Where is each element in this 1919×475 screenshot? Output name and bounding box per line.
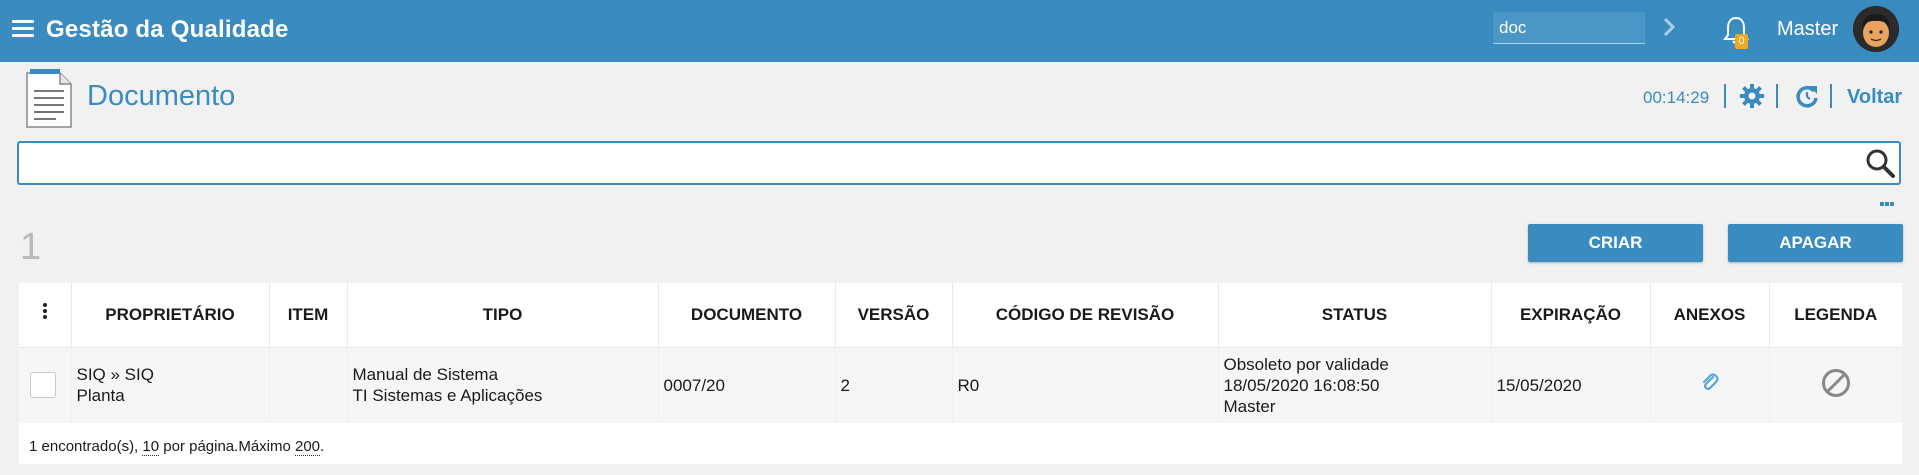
status-date: 18/05/2020 16:08:50 [1223,375,1380,395]
divider [1830,84,1832,108]
app-title: Gestão da Qualidade [46,16,289,43]
search-icon[interactable] [1864,147,1896,179]
column-header[interactable]: CÓDIGO DE REVISÃO [952,283,1219,348]
session-timer: 00:14:29 [1643,88,1710,107]
status-text: Obsoleto por validade [1223,354,1389,374]
status-cell: Obsoleto por validade 18/05/2020 16:08:5… [1218,347,1492,423]
per-page-label: por página.Máximo [159,438,295,455]
column-header[interactable]: LEGENDA [1769,283,1902,348]
documents-table: PROPRIETÁRIO ITEM TIPO DOCUMENTO VERSÃO … [19,283,1902,464]
refresh-icon[interactable] [1794,83,1820,109]
user-name[interactable]: Master [1777,18,1838,41]
delete-button[interactable]: APAGAR [1728,224,1903,262]
type-category: TI Sistemas e Aplicações [352,386,543,406]
page-title: Documento [87,80,236,112]
revision-code-cell: R0 [952,347,1219,423]
owner-path: SIQ » SIQ [76,365,154,385]
back-link[interactable]: Voltar [1847,86,1902,109]
quick-search-input[interactable] [1493,12,1645,44]
paperclip-icon[interactable] [1699,372,1721,394]
main-search-box [17,141,1901,185]
found-count: 1 encontrado(s), [29,438,143,455]
item-cell [269,347,348,423]
per-page-link[interactable]: 10 [142,438,160,456]
divider [1776,84,1778,108]
document-cell: 0007/20 [658,347,836,423]
legend-cell [1769,347,1902,423]
column-header[interactable]: VERSÃO [835,283,953,348]
avatar[interactable] [1853,6,1899,52]
version-cell: 2 [835,347,953,423]
table-row[interactable]: SIQ » SIQ Planta Manual de Sistema TI Si… [19,347,1902,423]
type-cell: Manual de Sistema TI Sistemas e Aplicaçõ… [347,347,659,423]
ban-icon [1821,368,1850,397]
row-checkbox[interactable] [30,372,56,399]
pagination-info: 1 encontrado(s), 10 por página.Máximo 20… [29,438,325,456]
column-header[interactable]: STATUS [1218,283,1492,348]
gear-icon[interactable] [1739,83,1765,109]
document-icon [26,69,72,128]
result-count: 1 [20,226,42,268]
column-header[interactable]: DOCUMENTO [658,283,836,348]
create-button[interactable]: CRIAR [1528,224,1703,262]
expiration-cell: 15/05/2020 [1491,347,1651,423]
column-header[interactable]: TIPO [347,283,659,348]
more-icon[interactable] [1880,193,1896,206]
search-input[interactable] [27,149,1847,177]
column-header[interactable]: PROPRIETÁRIO [71,283,270,348]
type-name: Manual de Sistema [352,365,499,385]
notification-badge: 0 [1735,34,1748,49]
divider [1724,84,1726,108]
owner-unit: Planta [76,386,125,406]
footer-end: . [320,438,325,455]
column-header[interactable]: ANEXOS [1650,283,1770,348]
kebab-icon[interactable] [42,303,47,321]
max-link[interactable]: 200 [295,438,321,456]
column-menu[interactable] [19,283,72,348]
attachments-cell [1650,347,1770,423]
table-header-row: PROPRIETÁRIO ITEM TIPO DOCUMENTO VERSÃO … [19,283,1902,348]
status-user: Master [1223,396,1276,416]
column-header[interactable]: ITEM [269,283,348,348]
owner-cell: SIQ » SIQ Planta [71,347,270,423]
top-bar: Gestão da Qualidade 0 Master [0,0,1919,62]
menu-icon[interactable] [12,20,34,38]
row-select-cell [19,347,72,423]
chevron-right-icon[interactable] [1660,14,1678,40]
column-header[interactable]: EXPIRAÇÃO [1491,283,1651,348]
